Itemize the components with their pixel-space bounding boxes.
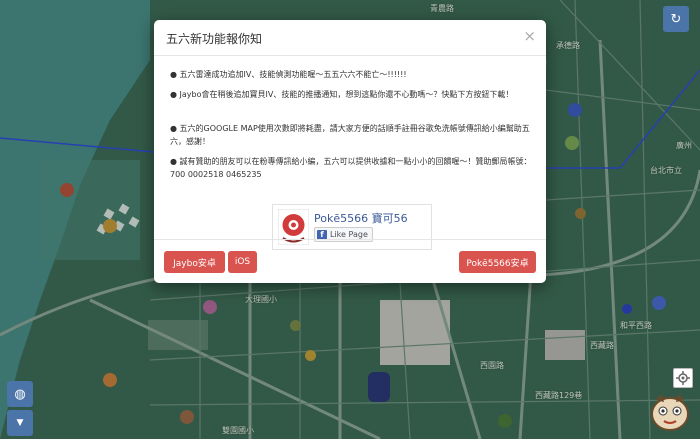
refresh-icon: ↻ (670, 11, 682, 27)
facebook-icon: f (317, 229, 327, 240)
filter-button[interactable]: ▼ (7, 410, 33, 436)
jaybo-android-button[interactable]: Jaybo安卓 (164, 251, 225, 273)
like-page-label: Like Page (330, 230, 368, 239)
close-icon[interactable]: × (523, 27, 536, 45)
announcement-modal: 五六新功能報你知 × ● 五六雷達成功追加IV、技能偵測功能喔～五五六六不能亡～… (154, 20, 546, 283)
modal-footer: Jaybo安卓 iOS Pokē5566安卓 (154, 239, 546, 283)
crosshair-icon (676, 371, 690, 385)
globe-button[interactable]: ◍ (7, 381, 33, 407)
ios-button[interactable]: iOS (228, 251, 257, 273)
my-location-button[interactable] (673, 368, 693, 388)
filter-icon: ▼ (16, 418, 24, 428)
announcement-item: ● 五六的GOOGLE MAP使用次數即將耗盡，請大家方便的話順手註冊谷歌免洗帳… (170, 124, 530, 146)
refresh-button[interactable]: ↻ (663, 6, 689, 32)
modal-body: ● 五六雷達成功追加IV、技能偵測功能喔～五五六六不能亡～!!!!!! ● Ja… (154, 57, 546, 250)
globe-icon: ◍ (14, 386, 26, 402)
modal-header: 五六新功能報你知 × (154, 20, 546, 56)
announcement-item: ● Jaybo會在稍後追加寶貝IV、技能的推播通知，想到這點你還不心動嗎～？快點… (170, 90, 514, 99)
modal-title: 五六新功能報你知 (166, 32, 263, 46)
mascot-logo (651, 394, 689, 431)
announcement-item: ● 五六雷達成功追加IV、技能偵測功能喔～五五六六不能亡～!!!!!! (170, 70, 407, 79)
announcement-item: ● 誠有贊助的朋友可以在粉專傳訊給小編，五六可以提供收據和一點小小的回饋喔～！贊… (170, 157, 532, 179)
poke5566-android-button[interactable]: Pokē5566安卓 (459, 251, 536, 273)
facebook-page-name[interactable]: Pokē5566 寶可56 (314, 210, 408, 226)
